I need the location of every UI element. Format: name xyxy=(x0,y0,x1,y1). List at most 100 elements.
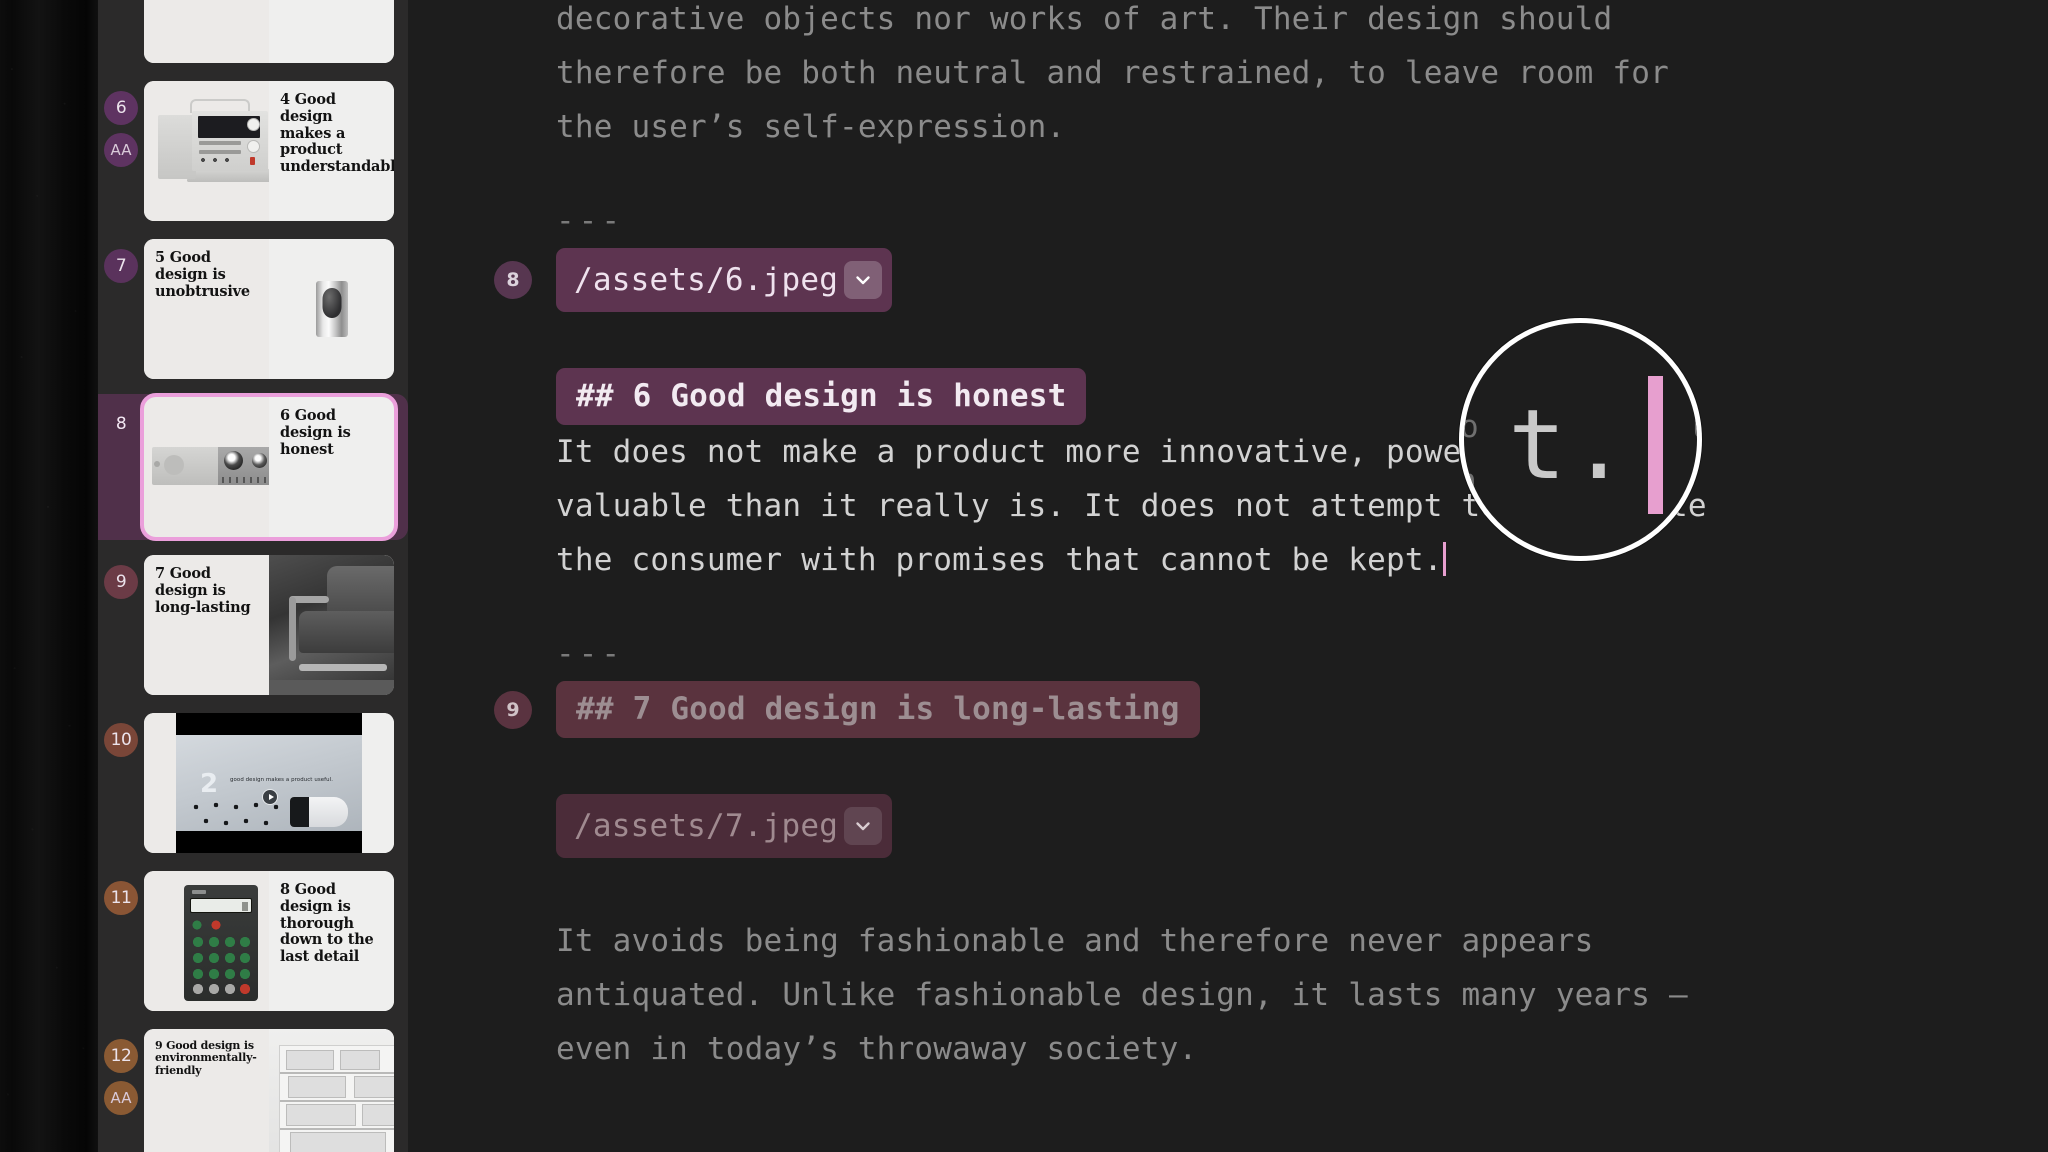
slide-row[interactable]: 6 AA 4 Good design makes a product under… xyxy=(98,78,408,224)
text-size-badge[interactable]: AA xyxy=(104,1081,138,1115)
slide-badges: 10 xyxy=(98,713,144,757)
leather-chair-seat-art xyxy=(299,611,394,653)
slide-thumbnail-sidebar[interactable]: 5 6 AA xyxy=(98,0,408,1152)
slide-row[interactable]: 12 AA 9 Good design is environmentally-f… xyxy=(98,1026,408,1152)
video-letterbox: 2 good design makes a product useful. xyxy=(176,713,362,853)
slide-number-badge[interactable]: 10 xyxy=(104,723,138,757)
slide-row[interactable]: 7 5 Good design is unobtrusive xyxy=(98,236,408,382)
calculator-display-art xyxy=(190,898,252,913)
asset-block[interactable]: 8 /assets/6.jpeg xyxy=(408,248,2048,312)
loupe-magnified-content: t. xyxy=(1464,323,1697,556)
slide-number-badge[interactable]: 7 xyxy=(104,249,138,283)
thumb-left-panel: 5 Good design is unobtrusive xyxy=(144,239,269,379)
tape-deck-switches-art xyxy=(222,477,269,483)
thumb-right-panel: 4 Good design makes a product understand… xyxy=(269,81,394,221)
audio-system-red-button-art xyxy=(250,157,255,165)
slide-thumbnail[interactable]: 7 Good design is long-lasting xyxy=(144,555,394,695)
audio-system-body-art xyxy=(158,115,196,179)
slide-thumb-title: 6 Good design is honest xyxy=(280,407,351,458)
asset-block-dimmed[interactable]: /assets/7.jpeg xyxy=(408,794,2048,858)
slide-thumb-title: 7 Good design is long-lasting xyxy=(155,565,251,616)
thumb-left-panel xyxy=(144,81,269,221)
slide-thumb-title: 9 Good design is environmentally-friendl… xyxy=(155,1039,257,1077)
divider-marker[interactable]: --- xyxy=(408,194,2048,248)
thumb-right-panel: 8 Good design is thorough down to the la… xyxy=(269,871,394,1011)
slide-badges: 6 AA xyxy=(98,81,144,167)
slide-row[interactable]: 10 2 good design makes a product useful. xyxy=(98,710,408,856)
slide-rail: 5 6 AA xyxy=(98,0,408,1152)
slide-number-badge[interactable]: 6 xyxy=(104,91,138,125)
heading-pill[interactable]: ## 7 Good design is long-lasting xyxy=(556,681,1200,738)
asset-path-text: /assets/6.jpeg xyxy=(574,261,839,298)
video-pins-art xyxy=(190,801,286,837)
leather-chair-foot-art xyxy=(299,664,387,672)
thumb-left-panel xyxy=(144,0,269,63)
video-shaver-dark-art xyxy=(290,797,309,827)
slide-row[interactable]: 9 7 Good design is long-lasting xyxy=(98,552,408,698)
screen-edge-strip xyxy=(0,0,98,1152)
audio-system-dials-art xyxy=(199,157,243,163)
video-frame-art: 2 good design makes a product useful. xyxy=(176,735,362,837)
leather-chair-floor-art xyxy=(269,679,394,695)
slide-thumbnail[interactable]: 5 Good design is unobtrusive xyxy=(144,239,394,379)
thumb-left-panel: 7 Good design is long-lasting xyxy=(144,555,269,695)
video-slide-number: 2 xyxy=(200,769,219,799)
calculator-keypad-art xyxy=(190,934,252,996)
tape-deck-dot-art xyxy=(154,461,160,467)
audio-system-knob-art xyxy=(248,141,259,152)
tape-deck-reel-art xyxy=(252,453,267,468)
lighter-window-art xyxy=(322,288,341,319)
slide-number-badge[interactable]: 8 xyxy=(104,407,138,441)
body-line-3: the consumer with promises that cannot b… xyxy=(556,542,1443,578)
paragraph-text[interactable]: Products fulfilling a purpose are like t… xyxy=(408,0,2048,154)
slide-thumb-title: 5 Good design is unobtrusive xyxy=(155,249,250,300)
editor-document[interactable]: Products fulfilling a purpose are like t… xyxy=(408,0,2048,1076)
thumb-right-panel xyxy=(269,239,394,379)
paragraph-text[interactable]: It avoids being fashionable and therefor… xyxy=(408,914,2048,1076)
slide-thumbnail[interactable]: 4 Good design makes a product understand… xyxy=(144,81,394,221)
slide-thumbnail-video[interactable]: 2 good design makes a product useful. xyxy=(144,713,394,853)
slide-marker-8[interactable]: 8 xyxy=(494,261,532,299)
slide-marker-9[interactable]: 9 xyxy=(494,690,532,729)
heading-block[interactable]: ## 6 Good design is honest xyxy=(408,368,2048,425)
thumb-left-panel: 9 Good design is environmentally-friendl… xyxy=(144,1029,269,1152)
slide-badges: 9 xyxy=(98,555,144,599)
slide-row[interactable]: 5 xyxy=(98,0,408,66)
slide-number-badge[interactable]: 12 xyxy=(104,1039,138,1073)
markdown-editor-pane[interactable]: Products fulfilling a purpose are like t… xyxy=(408,0,2048,1152)
slide-row[interactable]: 11 8 Good design is thorough down to the… xyxy=(98,868,408,1014)
calculator-brand-art xyxy=(192,890,206,894)
tape-deck-knob-art xyxy=(164,455,184,475)
audio-system-control-art xyxy=(199,150,241,154)
asset-path-pill[interactable]: /assets/7.jpeg xyxy=(556,794,893,858)
chevron-down-icon[interactable] xyxy=(844,261,883,299)
divider-marker[interactable]: --- xyxy=(408,627,2048,681)
audio-system-control-art xyxy=(199,141,241,145)
slide-thumbnail[interactable]: 9 Good design is environmentally-friendl… xyxy=(144,1029,394,1152)
slide-thumbnail[interactable]: 6 Good design is honest xyxy=(140,393,398,541)
chevron-down-icon[interactable] xyxy=(844,807,883,845)
thumb-right-panel xyxy=(269,1029,394,1152)
slide-thumbnail[interactable] xyxy=(144,0,394,63)
play-icon[interactable] xyxy=(262,789,278,805)
slide-body-text[interactable]: It does not make a product more innovati… xyxy=(408,425,2048,587)
shelving-unit-art xyxy=(279,1045,394,1152)
slide-number-badge[interactable]: 9 xyxy=(104,565,138,599)
heading-block-dimmed[interactable]: 9 ## 7 Good design is long-lasting xyxy=(408,681,2048,738)
text-size-badge[interactable]: AA xyxy=(104,133,138,167)
thumb-right-panel xyxy=(269,555,394,695)
thumb-left-panel xyxy=(144,397,269,537)
slide-number-badge[interactable]: 11 xyxy=(104,881,138,915)
thumb-right-panel xyxy=(269,0,394,63)
slide-badges: 8 xyxy=(98,397,144,441)
slide-badges: 7 xyxy=(98,239,144,283)
body-line-1: It does not make a product more innovati… xyxy=(556,434,1594,470)
thumb-right-panel: 6 Good design is honest xyxy=(269,397,394,537)
slide-thumb-title: 4 Good design makes a product understand… xyxy=(280,91,394,176)
asset-path-pill[interactable]: /assets/6.jpeg xyxy=(556,248,893,312)
slide-thumbnail[interactable]: 8 Good design is thorough down to the la… xyxy=(144,871,394,1011)
slide-row-selected[interactable]: 8 6 Good design is honest xyxy=(98,393,408,541)
tape-deck-reel-art xyxy=(224,451,243,470)
leather-chair-arm-art xyxy=(289,597,296,662)
heading-pill[interactable]: ## 6 Good design is honest xyxy=(556,368,1087,425)
